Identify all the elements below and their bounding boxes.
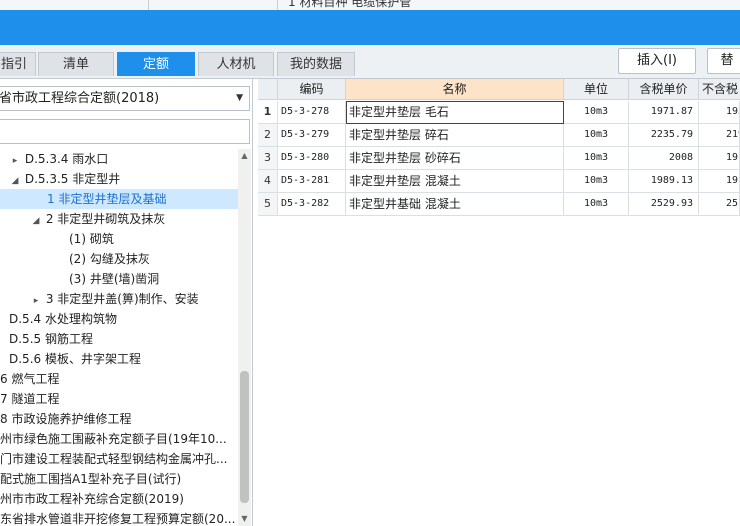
expand-arrow-icon[interactable]: ▸ [30, 291, 42, 311]
cell-price-notax[interactable]: 25 [699, 193, 740, 216]
header-code[interactable]: 编码 [278, 79, 346, 100]
cell-name[interactable]: 非定型井垫层 碎石 [346, 124, 564, 147]
tree-node[interactable]: ▸ 3 非定型井盖(箅)制作、安装 [0, 289, 238, 309]
row-index[interactable]: 4 [258, 170, 278, 193]
row-index[interactable]: 1 [258, 101, 278, 124]
search-input[interactable] [0, 119, 250, 144]
column-divider [277, 0, 278, 10]
tree-node[interactable]: 6 燃气工程 [0, 369, 238, 389]
row-index[interactable]: 5 [258, 193, 278, 216]
quota-tree: ▸ D.5.3.4 雨水口 ◢ D.5.3.5 非定型井 1 非定型井垫层及基础… [0, 149, 238, 526]
cell-price-notax[interactable]: 219 [699, 124, 740, 147]
tree-node[interactable]: (1) 砌筑 [0, 229, 238, 249]
header-name[interactable]: 名称 [346, 79, 564, 100]
header-unit[interactable]: 单位 [564, 79, 629, 100]
cell-code[interactable]: D5-3-278 [278, 101, 346, 124]
insert-button[interactable]: 插入(I) [618, 48, 696, 74]
tree-node[interactable]: D.5.6 模板、井字架工程 [0, 349, 238, 369]
tree-node[interactable]: 门市建设工程装配式轻型钢结构金属冲孔... [0, 449, 238, 469]
quota-library-panel: 省市政工程综合定额(2018) ▼ ▸ D.5.3.4 雨水口 ◢ D.5.3.… [0, 79, 253, 526]
tab-bill[interactable]: 清单 [38, 52, 114, 76]
tree-node-selected[interactable]: 1 非定型井垫层及基础 [0, 189, 238, 209]
row-index[interactable]: 3 [258, 147, 278, 170]
cell-unit[interactable]: 10m3 [564, 101, 629, 124]
tree-node[interactable]: 8 市政设施养护维修工程 [0, 409, 238, 429]
scroll-down-icon[interactable]: ▼ [238, 512, 251, 526]
cell-price-notax[interactable]: 19 [699, 147, 740, 170]
tree-node[interactable]: ◢ 2 非定型井砌筑及抹灰 [0, 209, 238, 229]
tab-my-data[interactable]: 我的数据 [277, 52, 355, 76]
cell-unit[interactable]: 10m3 [564, 193, 629, 216]
collapse-arrow-icon[interactable]: ◢ [30, 211, 42, 231]
collapse-arrow-icon[interactable]: ◢ [9, 171, 21, 191]
chevron-down-icon[interactable]: ▼ [236, 87, 243, 110]
tree-node[interactable]: ◢ D.5.3.5 非定型井 [0, 169, 238, 189]
column-divider [148, 0, 149, 10]
cell-unit[interactable]: 10m3 [564, 124, 629, 147]
expand-arrow-icon[interactable]: ▸ [9, 151, 21, 171]
header-row-index [258, 79, 278, 100]
tree-node[interactable]: D.5.4 水处理构筑物 [0, 309, 238, 329]
library-select-value: 省市政工程综合定额(2018) [0, 91, 160, 106]
tab-quota[interactable]: 定额 [117, 52, 195, 76]
tree-node[interactable]: 州市绿色施工围蔽补充定额子目(19年10... [0, 429, 238, 449]
cell-price-tax[interactable]: 1971.87 [629, 101, 699, 124]
tab-materials[interactable]: 人材机 [198, 52, 274, 76]
tree-node[interactable]: 配式施工围挡A1型补充子目(试行) [0, 469, 238, 489]
tab-guide[interactable]: 指引 [0, 52, 36, 76]
cell-unit[interactable]: 10m3 [564, 170, 629, 193]
tree-node[interactable]: (3) 井壁(墙)凿洞 [0, 269, 238, 289]
scroll-up-icon[interactable]: ▲ [238, 149, 251, 163]
ribbon-banner [0, 10, 740, 45]
tree-scrollbar[interactable]: ▲ ▼ [238, 149, 251, 526]
tree-node[interactable]: 7 隧道工程 [0, 389, 238, 409]
tree-node[interactable]: 东省排水管道非开挖修复工程预算定额(20... [0, 509, 238, 526]
cell-price-tax[interactable]: 2235.79 [629, 124, 699, 147]
cell-name[interactable]: 非定型井垫层 毛石 [346, 101, 564, 124]
cell-price-notax[interactable]: 19 [699, 170, 740, 193]
cell-code[interactable]: D5-3-282 [278, 193, 346, 216]
replace-button[interactable]: 替 [707, 48, 740, 74]
cell-name[interactable]: 非定型井基础 混凝土 [346, 193, 564, 216]
cell-name[interactable]: 非定型井垫层 混凝土 [346, 170, 564, 193]
cell-price-tax[interactable]: 1989.13 [629, 170, 699, 193]
header-price-tax[interactable]: 含税单价 [629, 79, 699, 100]
tree-node[interactable]: (2) 勾缝及抹灰 [0, 249, 238, 269]
tree-node[interactable]: D.5.5 钢筋工程 [0, 329, 238, 349]
cell-price-notax[interactable]: 193 [699, 101, 740, 124]
scrollbar-thumb[interactable] [240, 371, 249, 503]
top-strip-text: 1 材料目种 电缆保护管 [288, 0, 412, 9]
library-select[interactable]: 省市政工程综合定额(2018) ▼ [0, 86, 250, 111]
cell-code[interactable]: D5-3-279 [278, 124, 346, 147]
header-price-notax[interactable]: 不含税 [699, 79, 740, 100]
quota-table: 编码 名称 单位 含税单价 不含税 1 D5-3-278 非定型井垫层 毛石 1… [258, 79, 740, 217]
cell-code[interactable]: D5-3-280 [278, 147, 346, 170]
tree-node[interactable]: ▸ D.5.3.4 雨水口 [0, 149, 238, 169]
cell-price-tax[interactable]: 2529.93 [629, 193, 699, 216]
tree-node[interactable]: 州市市政工程补充综合定额(2019) [0, 489, 238, 509]
cell-code[interactable]: D5-3-281 [278, 170, 346, 193]
cell-price-tax[interactable]: 2008 [629, 147, 699, 170]
cell-unit[interactable]: 10m3 [564, 147, 629, 170]
cell-name[interactable]: 非定型井垫层 砂碎石 [346, 147, 564, 170]
row-index[interactable]: 2 [258, 124, 278, 147]
